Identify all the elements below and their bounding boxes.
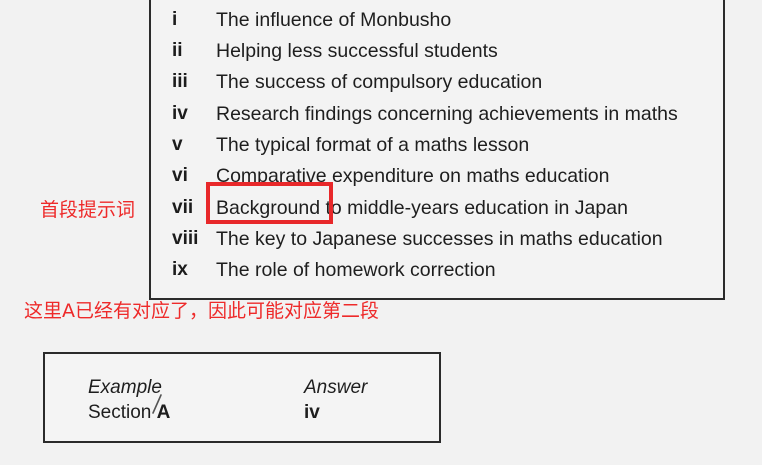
heading-text: The success of compulsory education <box>216 70 543 93</box>
heading-text: The key to Japanese successes in maths e… <box>216 227 663 250</box>
heading-row-viii: viii The key to Japanese successes in ma… <box>172 225 663 253</box>
heading-text: Helping less successful students <box>216 39 498 62</box>
heading-numeral: iii <box>172 71 188 92</box>
heading-row-vi: vi Comparative expenditure on maths educ… <box>172 162 610 190</box>
answer-value: iv <box>304 402 320 423</box>
heading-row-i: i The influence of Monbusho <box>172 6 451 34</box>
pen-stroke-icon <box>152 394 162 414</box>
page: i The influence of Monbusho ii Helping l… <box>0 0 762 465</box>
heading-row-iv: iv Research findings concerning achievem… <box>172 100 678 128</box>
heading-text: The typical format of a maths lesson <box>216 133 530 156</box>
heading-numeral: vi <box>172 165 188 186</box>
heading-text: Comparative expenditure on maths educati… <box>216 164 610 187</box>
heading-numeral: iv <box>172 103 188 124</box>
heading-numeral: v <box>172 134 183 155</box>
section-word: Section <box>88 402 152 423</box>
answer-label: Answer <box>304 377 368 398</box>
highlighted-keyword: Background <box>216 196 321 219</box>
heading-text: The influence of Monbusho <box>216 8 452 31</box>
heading-numeral: i <box>172 9 178 30</box>
heading-row-ii: ii Helping less successful students <box>172 37 498 65</box>
heading-text: Research findings concerning achievement… <box>216 102 678 125</box>
heading-numeral: vii <box>172 197 194 218</box>
annotation-first-paragraph-hint: 首段提示词 <box>40 199 136 221</box>
heading-row-vii: vii Background to middle-years education… <box>172 194 628 222</box>
heading-numeral: viii <box>172 228 199 249</box>
heading-text: The role of homework correction <box>216 258 496 281</box>
annotation-note: 这里A已经有对应了，因此可能对应第二段 <box>24 300 379 322</box>
heading-text-rest: to middle-years education in Japan <box>320 196 628 219</box>
heading-numeral: ix <box>172 259 188 280</box>
heading-row-v: v The typical format of a maths lesson <box>172 131 529 159</box>
heading-text: Background to middle-years education in … <box>216 197 628 220</box>
heading-row-ix: ix The role of homework correction <box>172 256 496 284</box>
heading-numeral: ii <box>172 40 183 61</box>
heading-row-iii: iii The success of compulsory education <box>172 68 542 96</box>
